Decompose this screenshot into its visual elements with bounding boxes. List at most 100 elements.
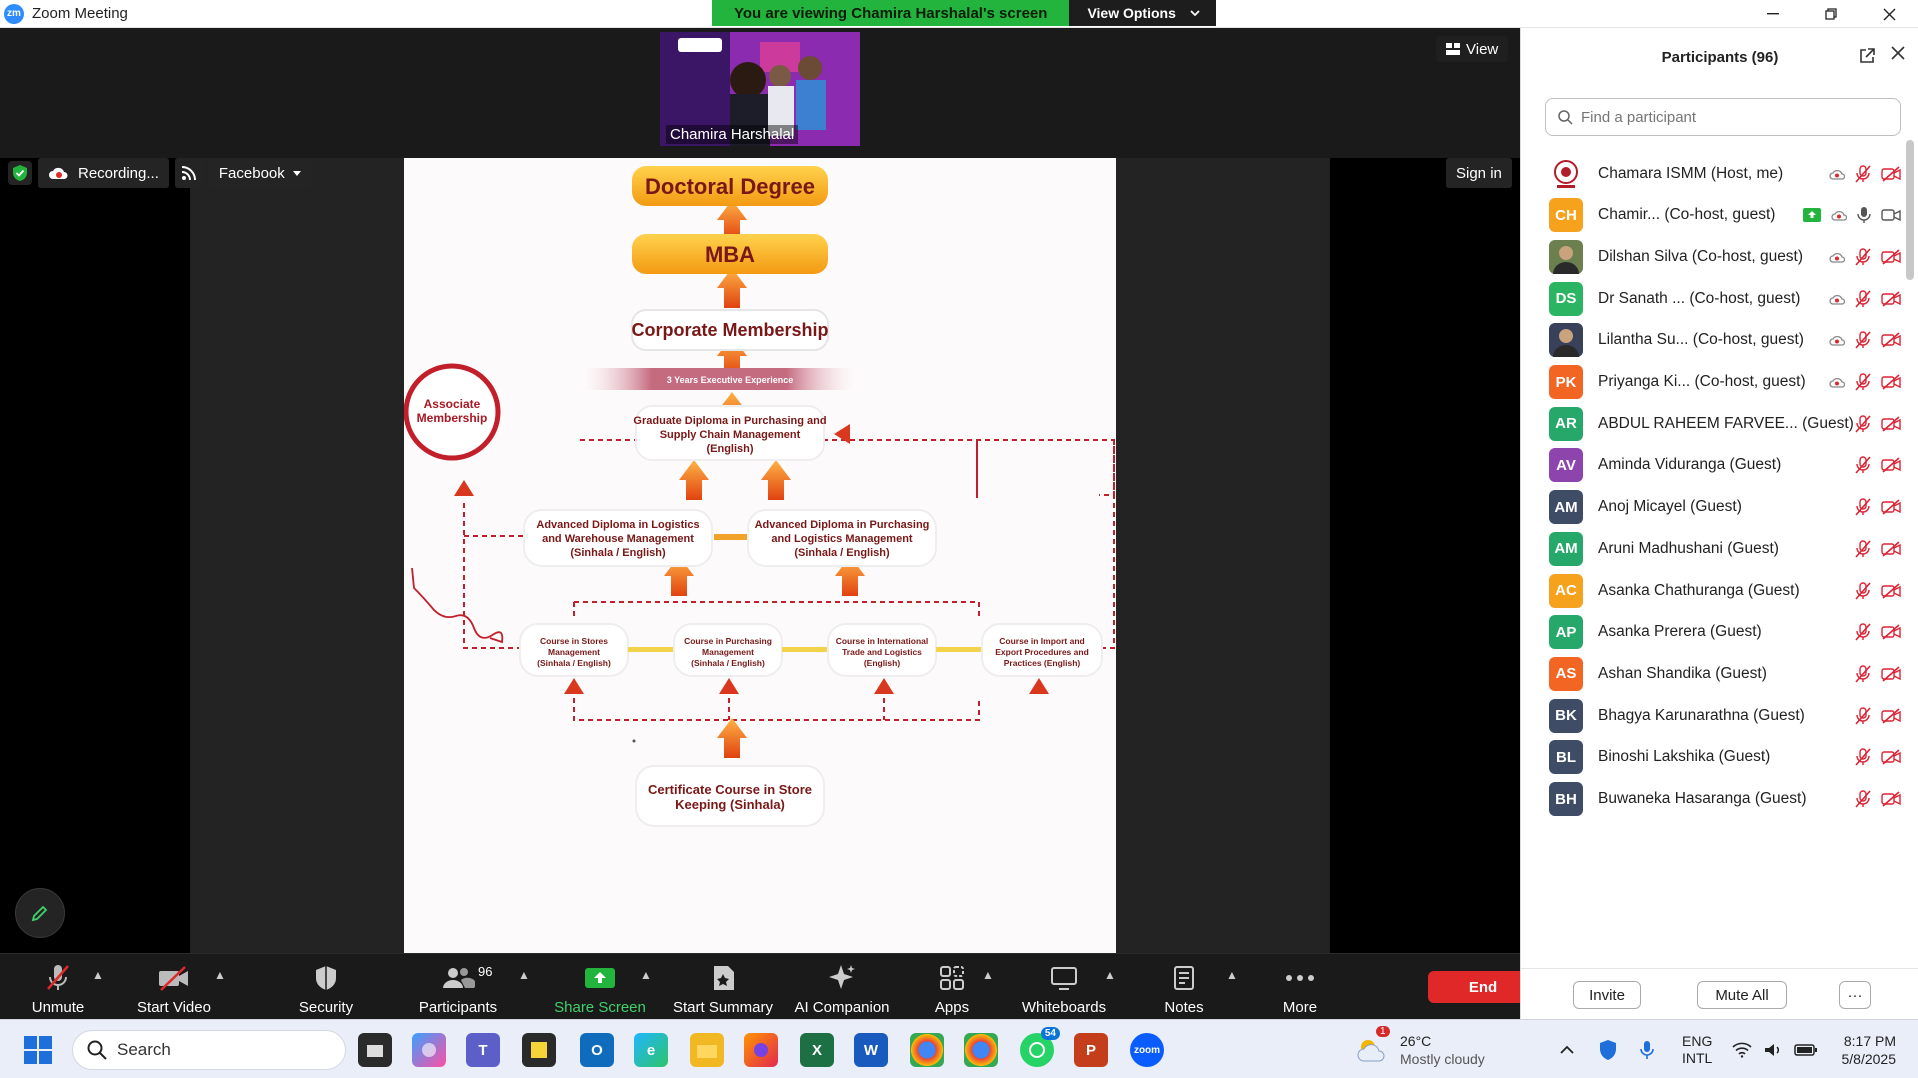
powerpoint-app[interactable]: P [1074, 1033, 1108, 1067]
record-icon [1829, 252, 1845, 263]
sign-in-button[interactable]: Sign in [1446, 158, 1512, 188]
close-window-button[interactable] [1860, 0, 1918, 28]
panel-more-button[interactable]: ··· [1839, 981, 1871, 1009]
avatar: AR [1549, 406, 1583, 441]
powerpoint-icon: P [1085, 1041, 1096, 1059]
avatar: AS [1549, 656, 1583, 691]
whatsapp-app[interactable]: 54 [1020, 1027, 1060, 1067]
panel-header: Participants (96) [1521, 28, 1918, 86]
participant-status-icons [1855, 456, 1901, 474]
share-screen-button[interactable]: Share Screen [552, 954, 648, 1020]
whiteboard-icon [1051, 967, 1077, 990]
taskbar-search[interactable]: Search [72, 1030, 346, 1070]
recording-indicator[interactable]: Recording... [38, 158, 169, 188]
share-right-margin [1330, 158, 1520, 953]
presenter-name: Chamira Harshalal [666, 125, 799, 144]
adv-right-line-2: and Logistics Management [771, 533, 913, 545]
firefox-app[interactable] [744, 1033, 778, 1067]
weather-temp: 26°C [1400, 1032, 1432, 1049]
battery-icon [1794, 1043, 1817, 1056]
chrome-app-2[interactable] [964, 1033, 998, 1067]
weather-widget[interactable]: 1 26°C Mostly cloudy [1356, 1020, 1485, 1078]
notes-button[interactable]: Notes [1148, 954, 1220, 1020]
copilot-app[interactable] [412, 1033, 446, 1067]
search-input[interactable] [1581, 108, 1881, 126]
ai-companion-button[interactable]: AI Companion [790, 954, 894, 1020]
participant-status-icons [1855, 790, 1901, 808]
outlook-app[interactable]: O [580, 1033, 614, 1067]
participant-name: Buwaneka Hasaranga (Guest) [1598, 790, 1807, 807]
video-off-icon [1881, 624, 1901, 640]
view-button[interactable]: View [1436, 36, 1509, 62]
start-video-label: Start Video [137, 999, 211, 1016]
muted-mic-icon [1855, 414, 1871, 433]
participant-status-icons [1829, 164, 1901, 183]
unmute-button[interactable]: Unmute [22, 954, 94, 1020]
notes-options-caret[interactable]: ▲ [1226, 968, 1238, 982]
participant-search[interactable] [1545, 98, 1901, 136]
start-video-button[interactable]: Start Video [132, 954, 216, 1020]
close-panel-icon[interactable] [1891, 46, 1905, 60]
edge-app[interactable]: e [634, 1033, 668, 1067]
certificate-line-2: Keeping (Sinhala) [675, 797, 785, 812]
shield-icon [1600, 1039, 1616, 1060]
end-label: End [1468, 978, 1498, 996]
record-icon [1829, 377, 1845, 388]
whiteboards-options-caret[interactable]: ▲ [1104, 968, 1116, 982]
chrome-app-1[interactable] [910, 1033, 944, 1067]
pop-out-icon[interactable] [1859, 48, 1875, 64]
annotate-button[interactable] [15, 888, 65, 938]
participants-panel: Participants (96) Chamara ISMM (Host, me… [1520, 28, 1918, 1019]
mic-tray[interactable] [1640, 1020, 1654, 1078]
clock[interactable]: 8:17 PM 5/8/2025 [1836, 1020, 1897, 1078]
muted-mic-icon [1855, 373, 1871, 391]
network-volume-battery[interactable] [1732, 1020, 1818, 1078]
video-off-icon [1881, 499, 1901, 515]
invite-button[interactable]: Invite [1573, 981, 1641, 1009]
cloud-record-icon [49, 167, 68, 179]
share-options-caret[interactable]: ▲ [640, 968, 652, 982]
presenter-thumbnail[interactable]: Chamira Harshalal [660, 32, 860, 146]
facebook-stream-dropdown[interactable]: Facebook [208, 158, 311, 188]
notes-label: Notes [1164, 999, 1204, 1016]
security-button[interactable]: Security [290, 954, 362, 1020]
file-explorer-app[interactable] [690, 1033, 724, 1067]
whiteboards-button[interactable]: Whiteboards [1016, 954, 1112, 1020]
show-hidden-icons[interactable] [1560, 1020, 1574, 1078]
word-app[interactable]: W [854, 1033, 888, 1067]
input-language[interactable]: ENG INTL [1682, 1020, 1712, 1078]
start-button[interactable] [24, 1036, 52, 1069]
muted-mic-icon [1855, 748, 1871, 766]
start-summary-button[interactable]: Start Summary [670, 954, 776, 1020]
muted-mic-icon [1855, 540, 1871, 558]
task-view-app[interactable] [358, 1033, 392, 1067]
minimize-button[interactable] [1744, 0, 1802, 28]
sticky-app[interactable] [522, 1033, 556, 1067]
excel-app[interactable]: X [800, 1033, 834, 1067]
zoom-taskbar-app[interactable]: zoom [1130, 1033, 1164, 1067]
participant-row[interactable]: BH Buwaneka Hasaranga (Guest) [1521, 774, 1907, 825]
restore-button[interactable] [1802, 0, 1860, 28]
video-off-icon [1881, 707, 1901, 724]
mute-all-button[interactable]: Mute All [1697, 981, 1787, 1009]
word-icon: W [863, 1041, 879, 1059]
participant-list-scrollbar[interactable] [1906, 140, 1914, 280]
weather-cloud-icon [1357, 1039, 1385, 1061]
audio-options-caret[interactable]: ▲ [92, 968, 104, 982]
mute-all-label: Mute All [1715, 986, 1769, 1004]
caret-down-icon [292, 170, 301, 176]
apps-button[interactable]: Apps [916, 954, 988, 1020]
defender-tray[interactable] [1598, 1020, 1618, 1078]
apps-options-caret[interactable]: ▲ [982, 968, 994, 982]
teams-app[interactable]: T [466, 1033, 500, 1067]
video-options-caret[interactable]: ▲ [214, 968, 226, 982]
participants-options-caret[interactable]: ▲ [518, 968, 530, 982]
view-options-button[interactable]: View Options [1069, 0, 1216, 26]
summary-icon [714, 966, 734, 990]
muted-mic-icon [1855, 706, 1871, 725]
security-shield[interactable] [8, 161, 32, 185]
live-stream-indicator[interactable] [174, 158, 203, 188]
start-summary-label: Start Summary [672, 999, 774, 1016]
more-button[interactable]: More [1264, 954, 1336, 1020]
view-label: View [1466, 40, 1499, 58]
